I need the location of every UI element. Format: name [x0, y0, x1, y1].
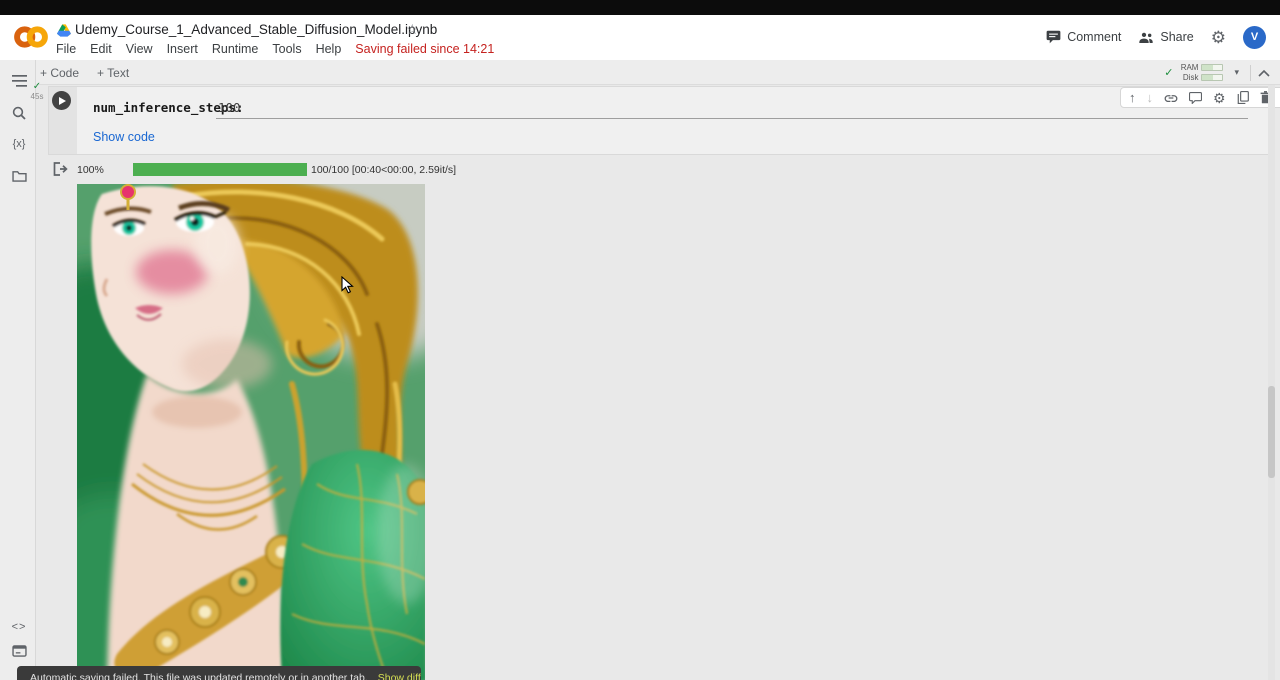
- variables-icon[interactable]: {x}: [9, 134, 29, 154]
- colab-logo-icon[interactable]: [13, 23, 49, 51]
- cell-toolbar: ↑ ↓ ⚙ ⋮: [1120, 87, 1280, 108]
- cell-success-check-icon: ✓: [27, 82, 47, 92]
- notebook-toolbar: + Code + Text ✓ RAM Disk ▾: [0, 60, 1280, 85]
- ram-label: RAM: [1180, 63, 1198, 72]
- colab-window: Udemy_Course_1_Advanced_Stable_Diffusion…: [0, 0, 1280, 680]
- execution-indicator: ✓ 45s: [27, 82, 47, 101]
- collapse-chevron-icon[interactable]: [1258, 69, 1270, 77]
- resource-meters[interactable]: RAM Disk: [1180, 63, 1223, 82]
- add-code-button[interactable]: + Code: [40, 66, 79, 80]
- outline-icon[interactable]: [9, 71, 29, 91]
- menu-edit[interactable]: Edit: [90, 42, 112, 56]
- saving-status[interactable]: Saving failed since 14:21: [355, 42, 494, 56]
- disk-label: Disk: [1180, 73, 1198, 82]
- progress-percent: 100%: [77, 164, 104, 176]
- copy-cell-icon[interactable]: [1237, 91, 1249, 104]
- play-icon: [59, 97, 66, 105]
- notebook-title[interactable]: Udemy_Course_1_Advanced_Stable_Diffusion…: [75, 22, 437, 37]
- comment-icon: [1046, 30, 1061, 44]
- share-people-icon: [1138, 31, 1154, 44]
- cell-settings-gear-icon[interactable]: ⚙: [1213, 91, 1226, 105]
- form-field-num-inference-steps[interactable]: 100: [218, 100, 241, 115]
- ram-meter: [1201, 64, 1223, 71]
- connected-check-icon: ✓: [1164, 66, 1173, 79]
- menu-insert[interactable]: Insert: [167, 42, 198, 56]
- avatar[interactable]: V: [1243, 26, 1266, 49]
- scrollbar-thumb[interactable]: [1268, 386, 1275, 478]
- left-sidebar: {x} <>: [0, 60, 36, 680]
- run-cell-button[interactable]: [52, 91, 71, 110]
- search-icon[interactable]: [9, 103, 29, 123]
- comment-label: Comment: [1067, 30, 1121, 44]
- comment-cell-icon[interactable]: [1189, 92, 1202, 104]
- drive-icon: [57, 24, 71, 37]
- toast-message: Automatic saving failed. This file was u…: [30, 672, 368, 680]
- generated-image: [77, 184, 425, 680]
- menubar: File Edit View Insert Runtime Tools Help…: [56, 42, 494, 56]
- scrollbar-track[interactable]: [1268, 85, 1275, 680]
- progress-stats: 100/100 [00:40<00:00, 2.59it/s]: [311, 164, 456, 176]
- header: Udemy_Course_1_Advanced_Stable_Diffusion…: [0, 15, 1280, 60]
- header-actions: Comment Share ⚙ V: [1046, 23, 1266, 51]
- settings-gear-icon[interactable]: ⚙: [1211, 29, 1226, 46]
- output-marker-icon[interactable]: [52, 161, 69, 177]
- menu-tools[interactable]: Tools: [272, 42, 301, 56]
- menu-help[interactable]: Help: [316, 42, 342, 56]
- mouse-cursor: [341, 276, 354, 294]
- comment-button[interactable]: Comment: [1046, 30, 1121, 44]
- move-cell-up-icon[interactable]: ↑: [1129, 91, 1136, 104]
- share-label: Share: [1160, 30, 1193, 44]
- divider: [1250, 65, 1251, 81]
- add-text-button[interactable]: + Text: [97, 66, 129, 80]
- snippets-icon[interactable]: <>: [9, 617, 29, 637]
- disk-meter: [1201, 74, 1223, 81]
- share-button[interactable]: Share: [1138, 30, 1193, 44]
- browser-top-strip: [0, 0, 1280, 15]
- menu-view[interactable]: View: [126, 42, 153, 56]
- link-cell-icon[interactable]: [1164, 94, 1178, 102]
- files-icon[interactable]: [9, 166, 29, 186]
- move-cell-down-icon[interactable]: ↓: [1147, 91, 1154, 104]
- resources-dropdown-caret-icon[interactable]: ▾: [1230, 67, 1243, 78]
- toast-notification: Automatic saving failed. This file was u…: [17, 666, 421, 680]
- star-icon[interactable]: ☆: [406, 21, 419, 38]
- menu-file[interactable]: File: [56, 42, 76, 56]
- execution-time: 45s: [27, 92, 47, 101]
- code-cell: num_inference_steps: 100 Show code: [48, 86, 1269, 155]
- form-field-underline: [216, 118, 1248, 119]
- show-code-link[interactable]: Show code: [93, 130, 155, 144]
- progress-bar: [133, 163, 307, 176]
- show-diff-button[interactable]: Show diff: [378, 672, 421, 680]
- terminal-icon[interactable]: [9, 641, 29, 661]
- menu-runtime[interactable]: Runtime: [212, 42, 259, 56]
